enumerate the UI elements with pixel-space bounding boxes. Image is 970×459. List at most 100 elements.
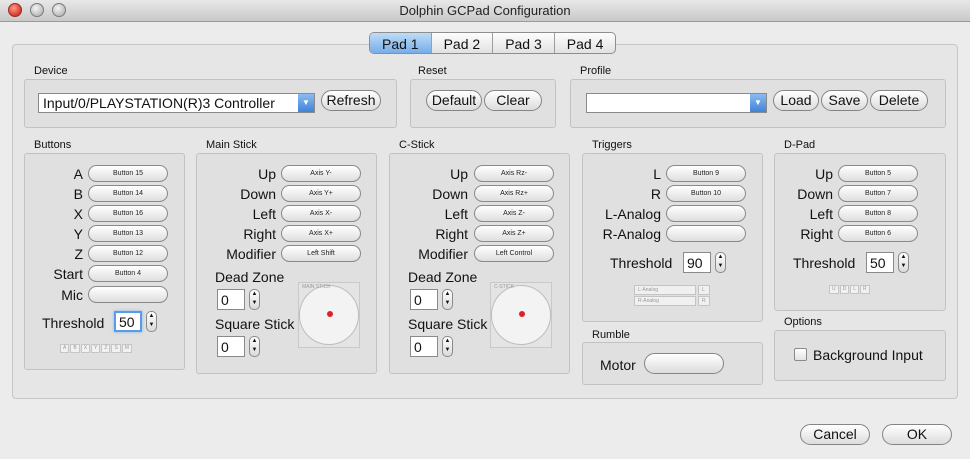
trigger-r-analog-label: R-Analog: [602, 226, 661, 242]
button-start-binding[interactable]: Button 4: [88, 265, 168, 282]
tab-pad-1[interactable]: Pad 1: [370, 33, 432, 53]
c-stick-right-label: Right: [435, 226, 468, 242]
button-z-label: Z: [74, 246, 83, 262]
c-stick-down-label: Down: [432, 186, 468, 202]
button-x-binding[interactable]: Button 16: [88, 205, 168, 222]
button-mic-binding[interactable]: [88, 286, 168, 303]
main-stick-modifier-binding[interactable]: Left Shift: [281, 245, 361, 262]
tab-pad-4[interactable]: Pad 4: [555, 33, 616, 53]
c-stick-up-binding[interactable]: Axis Rz-: [474, 165, 554, 182]
dpad-threshold-stepper[interactable]: ▲ ▼: [898, 252, 909, 273]
c-stick-square-stick-input[interactable]: 0: [410, 336, 438, 357]
c-stick-dead-zone-stepper[interactable]: ▲ ▼: [442, 289, 453, 310]
load-button[interactable]: Load: [773, 90, 819, 111]
main-stick-down-label: Down: [240, 186, 276, 202]
main-stick-square-stick-stepper[interactable]: ▲ ▼: [249, 336, 260, 357]
delete-button[interactable]: Delete: [870, 90, 928, 111]
main-stick-square-stick-input[interactable]: 0: [217, 336, 245, 357]
buttons-threshold-label: Threshold: [42, 315, 105, 331]
trigger-r-analog-binding[interactable]: [666, 225, 746, 242]
main-stick-dead-zone-stepper[interactable]: ▲ ▼: [249, 289, 260, 310]
rumble-motor-binding[interactable]: [644, 353, 724, 374]
background-input-checkbox[interactable]: [794, 348, 807, 361]
button-y-label: Y: [73, 226, 83, 242]
main-stick-right-binding[interactable]: Axis X+: [281, 225, 361, 242]
buttons-threshold-stepper[interactable]: ▲ ▼: [146, 311, 157, 332]
profile-group-label: Profile: [580, 65, 612, 77]
dropdown-arrow-icon: ▼: [298, 94, 314, 112]
button-z-binding[interactable]: Button 12: [88, 245, 168, 262]
c-stick-preview: C-STICK: [490, 282, 552, 348]
dpad-threshold-input[interactable]: 50: [866, 252, 894, 273]
dpad-down-binding[interactable]: Button 7: [838, 185, 918, 202]
c-stick-preview-caption: C-STICK: [494, 284, 514, 290]
c-stick-square-stick-stepper[interactable]: ▲ ▼: [442, 336, 453, 357]
pad-tabs: Pad 1 Pad 2 Pad 3 Pad 4: [369, 32, 617, 54]
reset-group-label: Reset: [418, 65, 447, 77]
buttons-group-label: Buttons: [34, 139, 72, 151]
triggers-group-label: Triggers: [592, 139, 632, 151]
dpad-threshold-label: Threshold: [793, 255, 856, 271]
c-stick-group-label: C-Stick: [399, 139, 435, 151]
main-stick-left-binding[interactable]: Axis X-: [281, 205, 361, 222]
ok-button[interactable]: OK: [882, 424, 952, 445]
c-stick-up-label: Up: [450, 166, 468, 182]
trigger-l-binding[interactable]: Button 9: [666, 165, 746, 182]
c-stick-right-binding[interactable]: Axis Z+: [474, 225, 554, 242]
main-stick-dead-zone-input[interactable]: 0: [217, 289, 245, 310]
dpad-right-binding[interactable]: Button 6: [838, 225, 918, 242]
main-stick-preview-caption: MAIN STICK: [302, 284, 331, 290]
save-button[interactable]: Save: [821, 90, 868, 111]
l-analog-meter: L-Analog: [634, 285, 696, 295]
main-stick-square-stick-label: Square Stick: [215, 316, 295, 332]
triggers-threshold-stepper[interactable]: ▲ ▼: [715, 252, 726, 273]
trigger-l-label: L: [653, 166, 661, 182]
c-stick-left-binding[interactable]: Axis Z-: [474, 205, 554, 222]
main-stick-preview: MAIN STICK: [298, 282, 360, 348]
button-b-binding[interactable]: Button 14: [88, 185, 168, 202]
profile-select[interactable]: ▼: [586, 93, 767, 113]
c-stick-modifier-binding[interactable]: Left Control: [474, 245, 554, 262]
main-stick-modifier-label: Modifier: [226, 246, 276, 262]
refresh-button[interactable]: Refresh: [321, 90, 381, 111]
title-bar: Dolphin GCPad Configuration: [0, 0, 970, 22]
rumble-motor-label: Motor: [600, 357, 636, 373]
c-stick-dead-zone-input[interactable]: 0: [410, 289, 438, 310]
trigger-l-analog-binding[interactable]: [666, 205, 746, 222]
device-select-value: Input/0/PLAYSTATION(R)3 Controller: [43, 95, 275, 111]
c-stick-modifier-label: Modifier: [418, 246, 468, 262]
device-select[interactable]: Input/0/PLAYSTATION(R)3 Controller ▼: [38, 93, 315, 113]
tab-pad-3[interactable]: Pad 3: [493, 33, 555, 53]
buttons-threshold-input[interactable]: 50: [114, 311, 142, 332]
c-stick-down-binding[interactable]: Axis Rz+: [474, 185, 554, 202]
tab-pad-2[interactable]: Pad 2: [432, 33, 494, 53]
button-a-binding[interactable]: Button 15: [88, 165, 168, 182]
main-stick-position-dot: [327, 311, 333, 317]
rumble-group-label: Rumble: [592, 329, 630, 341]
c-stick-square-stick-label: Square Stick: [408, 316, 488, 332]
device-group-label: Device: [34, 65, 68, 77]
main-stick-up-binding[interactable]: Axis Y-: [281, 165, 361, 182]
main-stick-dead-zone-label: Dead Zone: [215, 269, 285, 285]
dpad-up-label: Up: [815, 166, 833, 182]
window-title: Dolphin GCPad Configuration: [399, 3, 571, 18]
clear-button[interactable]: Clear: [484, 90, 542, 111]
l-analog-meter-end: L: [698, 285, 710, 295]
dpad-left-label: Left: [809, 206, 833, 222]
main-stick-right-label: Right: [243, 226, 276, 242]
default-button[interactable]: Default: [426, 90, 482, 111]
c-stick-position-dot: [519, 311, 525, 317]
dpad-up-binding[interactable]: Button 5: [838, 165, 918, 182]
trigger-r-binding[interactable]: Button 10: [666, 185, 746, 202]
main-stick-down-binding[interactable]: Axis Y+: [281, 185, 361, 202]
button-y-binding[interactable]: Button 13: [88, 225, 168, 242]
triggers-threshold-input[interactable]: 90: [683, 252, 711, 273]
main-stick-up-label: Up: [258, 166, 276, 182]
button-b-label: B: [73, 186, 83, 202]
trigger-r-label: R: [650, 186, 661, 202]
r-analog-meter: R-Analog: [634, 296, 696, 306]
triggers-threshold-label: Threshold: [610, 255, 673, 271]
buttons-state-indicators: ABXYZSM: [60, 344, 133, 353]
cancel-button[interactable]: Cancel: [800, 424, 870, 445]
dpad-left-binding[interactable]: Button 8: [838, 205, 918, 222]
